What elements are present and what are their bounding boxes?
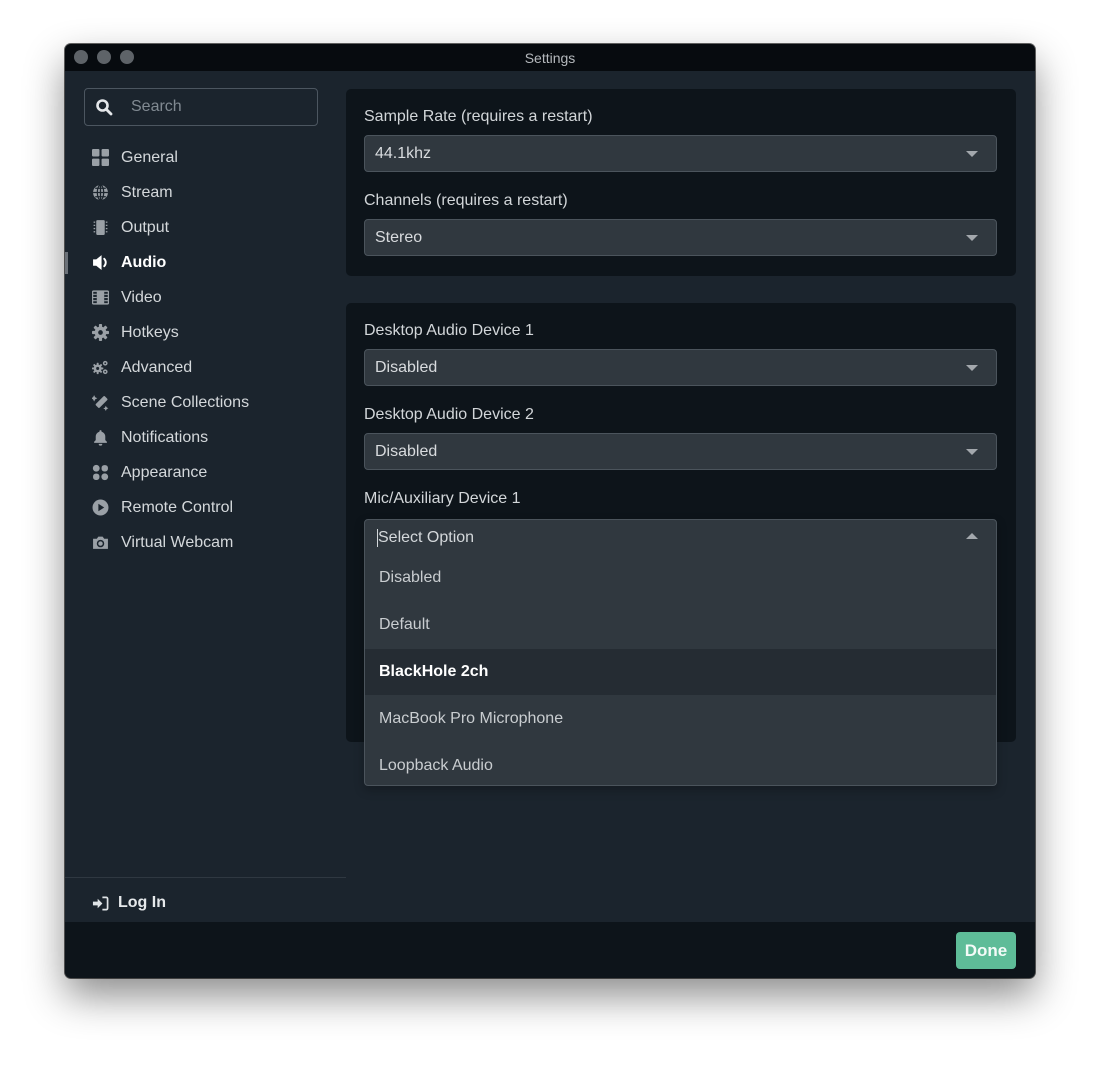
dropdown-option-macbook-pro-microphone[interactable]: MacBook Pro Microphone bbox=[365, 695, 996, 742]
zoom-window-button[interactable] bbox=[120, 50, 134, 64]
sample-rate-select[interactable]: 44.1khz bbox=[364, 135, 997, 172]
chevron-down-icon bbox=[966, 235, 978, 241]
footer-bar: Done bbox=[65, 922, 1035, 978]
sidebar-item-label: Stream bbox=[121, 183, 173, 201]
settings-window: Settings General Stream Output bbox=[65, 44, 1035, 978]
sidebar-item-virtual-webcam[interactable]: Virtual Webcam bbox=[65, 525, 346, 560]
sidebar-item-label: Remote Control bbox=[121, 498, 234, 516]
camera-icon bbox=[92, 534, 109, 551]
sidebar-item-appearance[interactable]: Appearance bbox=[65, 455, 346, 490]
dropdown-option-default[interactable]: Default bbox=[365, 602, 996, 649]
mic-aux-1-search[interactable]: Select Option bbox=[365, 520, 996, 555]
sidebar-item-label: Audio bbox=[121, 253, 167, 271]
sidebar-item-label: Advanced bbox=[121, 358, 193, 376]
search-icon bbox=[95, 98, 113, 116]
close-window-button[interactable] bbox=[74, 50, 88, 64]
channels-select[interactable]: Stereo bbox=[364, 219, 997, 256]
mic-aux-1-dropdown[interactable]: Select Option Disabled Default BlackHole… bbox=[364, 519, 997, 786]
grid-icon bbox=[92, 149, 109, 166]
bell-icon bbox=[92, 429, 109, 446]
sample-rate-value: 44.1khz bbox=[375, 144, 432, 162]
sidebar: General Stream Output Audio Video Hotkey… bbox=[65, 71, 346, 922]
done-button[interactable]: Done bbox=[956, 932, 1016, 969]
sidebar-item-label: General bbox=[121, 148, 178, 166]
chevron-down-icon bbox=[966, 365, 978, 371]
sidebar-item-hotkeys[interactable]: Hotkeys bbox=[65, 315, 346, 350]
dropdown-option-blackhole-2ch[interactable]: BlackHole 2ch bbox=[365, 648, 996, 696]
sidebar-item-remote-control[interactable]: Remote Control bbox=[65, 490, 346, 525]
chip-icon bbox=[92, 219, 109, 236]
desktop-audio-1-select[interactable]: Disabled bbox=[364, 349, 997, 386]
search-input[interactable] bbox=[131, 98, 311, 116]
dropdown-option-disabled[interactable]: Disabled bbox=[365, 555, 996, 602]
chevron-up-icon bbox=[966, 533, 978, 539]
minimize-window-button[interactable] bbox=[97, 50, 111, 64]
gear-icon bbox=[92, 324, 109, 341]
desktop-audio-1-value: Disabled bbox=[375, 358, 438, 376]
window-controls bbox=[74, 50, 134, 64]
sidebar-item-label: Notifications bbox=[121, 428, 209, 446]
dropdown-option-loopback-audio[interactable]: Loopback Audio bbox=[365, 742, 996, 785]
login-label: Log In bbox=[118, 894, 166, 911]
channels-value: Stereo bbox=[375, 228, 423, 246]
sidebar-item-notifications[interactable]: Notifications bbox=[65, 420, 346, 455]
sidebar-item-video[interactable]: Video bbox=[65, 280, 346, 315]
sidebar-item-label: Output bbox=[121, 218, 170, 236]
sidebar-item-label: Video bbox=[121, 288, 162, 306]
sidebar-item-general[interactable]: General bbox=[65, 140, 346, 175]
sample-rate-label: Sample Rate (requires a restart) bbox=[364, 108, 593, 125]
play-circle-icon bbox=[92, 499, 109, 516]
sidebar-divider bbox=[65, 877, 346, 878]
search-box[interactable] bbox=[84, 88, 318, 126]
sidebar-item-label: Appearance bbox=[121, 463, 208, 481]
mic-aux-1-placeholder: Select Option bbox=[378, 528, 475, 546]
globe-icon bbox=[92, 184, 109, 201]
magic-wand-icon bbox=[92, 394, 109, 411]
sidebar-item-scene-collections[interactable]: Scene Collections bbox=[65, 385, 346, 420]
sign-in-icon bbox=[92, 895, 109, 912]
title-bar: Settings bbox=[65, 44, 1035, 71]
chevron-down-icon bbox=[966, 151, 978, 157]
speaker-icon bbox=[92, 254, 109, 271]
chevron-down-icon bbox=[966, 449, 978, 455]
gears-icon bbox=[92, 359, 109, 376]
window-title: Settings bbox=[524, 49, 576, 66]
channels-label: Channels (requires a restart) bbox=[364, 192, 568, 209]
sidebar-item-audio[interactable]: Audio bbox=[65, 245, 346, 280]
sidebar-item-label: Virtual Webcam bbox=[121, 533, 234, 551]
sidebar-item-output[interactable]: Output bbox=[65, 210, 346, 245]
login-button[interactable]: Log In bbox=[92, 894, 166, 912]
sidebar-item-label: Hotkeys bbox=[121, 323, 179, 341]
sidebar-item-advanced[interactable]: Advanced bbox=[65, 350, 346, 385]
desktop-audio-2-value: Disabled bbox=[375, 442, 438, 460]
mic-aux-1-label: Mic/Auxiliary Device 1 bbox=[364, 490, 521, 507]
settings-nav: General Stream Output Audio Video Hotkey… bbox=[65, 140, 346, 560]
sidebar-item-label: Scene Collections bbox=[121, 393, 250, 411]
audio-format-panel: Sample Rate (requires a restart) 44.1khz… bbox=[346, 89, 1016, 276]
desktop-audio-2-select[interactable]: Disabled bbox=[364, 433, 997, 470]
desktop-audio-1-label: Desktop Audio Device 1 bbox=[364, 322, 534, 339]
sidebar-item-stream[interactable]: Stream bbox=[65, 175, 346, 210]
settings-content: Sample Rate (requires a restart) 44.1khz… bbox=[346, 71, 1035, 922]
desktop-audio-2-label: Desktop Audio Device 2 bbox=[364, 406, 534, 423]
shapes-icon bbox=[92, 464, 109, 481]
film-icon bbox=[92, 289, 109, 306]
